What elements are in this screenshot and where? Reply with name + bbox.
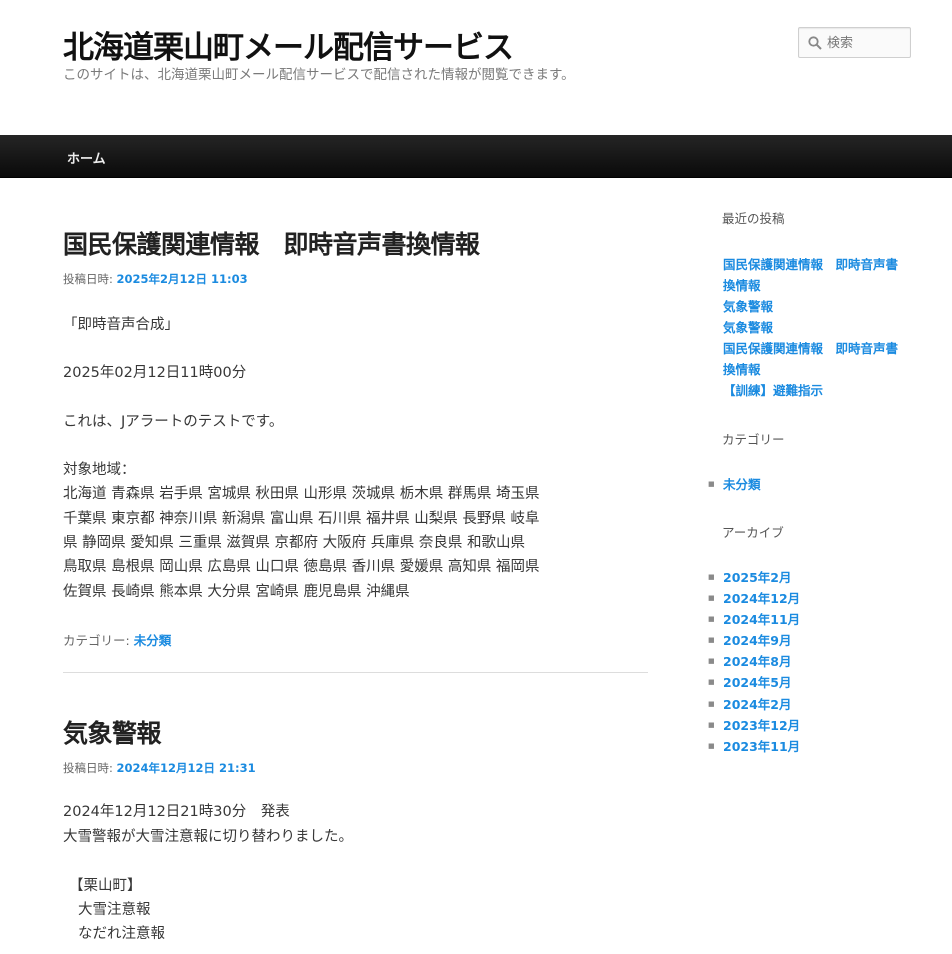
archive-link[interactable]: 2023年12月 xyxy=(723,718,800,733)
recent-post-link[interactable]: 国民保護関連情報 即時音声書 xyxy=(723,338,913,359)
archives-list: 2025年2月 2024年12月 2024年11月 2024年9月 2024年8… xyxy=(708,567,800,757)
list-item: 2024年8月 xyxy=(708,651,800,672)
archive-link[interactable]: 2024年12月 xyxy=(723,591,800,606)
list-item: 2023年12月 xyxy=(708,715,800,736)
nav-item-home[interactable]: ホーム xyxy=(67,148,106,167)
recent-post-link[interactable]: 【訓練】避難指示 xyxy=(723,380,913,401)
post-category: カテゴリー: 未分類 xyxy=(63,630,171,649)
category-link[interactable]: 未分類 xyxy=(723,477,761,492)
post-line: これは、Jアラートのテストです。 xyxy=(63,414,284,430)
post-line: 対象地域： xyxy=(63,462,136,478)
post-title[interactable]: 国民保護関連情報 即時音声書換情報 xyxy=(63,225,480,261)
recent-post-link[interactable]: 換情報 xyxy=(723,275,913,296)
post-date-label: 投稿日時: xyxy=(63,761,113,775)
site-title[interactable]: 北海道栗山町メール配信サービス xyxy=(63,22,514,67)
site-description: このサイトは、北海道栗山町メール配信サービスで配信された情報が閲覧できます。 xyxy=(63,67,575,83)
post-line: 「即時音声合成」 xyxy=(63,317,179,333)
post-title[interactable]: 気象警報 xyxy=(63,714,162,750)
recent-posts-list: 国民保護関連情報 即時音声書 換情報 気象警報 気象警報 国民保護関連情報 即時… xyxy=(723,254,913,401)
widget-title-recent: 最近の投稿 xyxy=(722,211,785,226)
list-item: 2024年2月 xyxy=(708,694,800,715)
archive-link[interactable]: 2024年11月 xyxy=(723,612,800,627)
post-date-label: 投稿日時: xyxy=(63,272,113,286)
post-meta: 投稿日時: 2025年2月12日 11:03 xyxy=(63,271,248,287)
search-input[interactable] xyxy=(827,32,907,54)
main-navigation: ホーム xyxy=(0,135,952,178)
archive-link[interactable]: 2025年2月 xyxy=(723,570,792,585)
post-line: 鳥取県 島根県 岡山県 広島県 山口県 徳島県 香川県 愛媛県 高知県 福岡県 xyxy=(63,559,540,575)
widget-title-categories: カテゴリー xyxy=(722,432,785,447)
post-divider xyxy=(63,672,648,673)
post-line: 佐賀県 長崎県 熊本県 大分県 宮崎県 鹿児島県 沖縄県 xyxy=(63,584,410,600)
archive-link[interactable]: 2024年5月 xyxy=(723,675,792,690)
recent-post-link[interactable]: 換情報 xyxy=(723,359,913,380)
search-box[interactable] xyxy=(798,27,911,58)
recent-post-link[interactable]: 国民保護関連情報 即時音声書 xyxy=(723,254,913,275)
archive-link[interactable]: 2024年2月 xyxy=(723,697,792,712)
post-date-link[interactable]: 2024年12月12日 21:31 xyxy=(117,761,256,775)
post-line: 千葉県 東京都 神奈川県 新潟県 富山県 石川県 福井県 山梨県 長野県 岐阜 xyxy=(63,511,540,527)
list-item: 2024年11月 xyxy=(708,609,800,630)
list-item: 2025年2月 xyxy=(708,567,800,588)
post-line: なだれ注意報 xyxy=(78,926,165,942)
widget-title-archives: アーカイブ xyxy=(722,525,784,540)
post-date-link[interactable]: 2025年2月12日 11:03 xyxy=(117,272,248,286)
category-label: カテゴリー: xyxy=(63,633,130,648)
categories-list: 未分類 xyxy=(708,474,761,495)
archive-link[interactable]: 2024年8月 xyxy=(723,654,792,669)
archive-link[interactable]: 2024年9月 xyxy=(723,633,792,648)
post-meta: 投稿日時: 2024年12月12日 21:31 xyxy=(63,760,256,776)
list-item: 2023年11月 xyxy=(708,736,800,757)
post-line: 北海道 青森県 岩手県 宮城県 秋田県 山形県 茨城県 栃木県 群馬県 埼玉県 xyxy=(63,486,540,502)
recent-post-link[interactable]: 気象警報 xyxy=(723,317,913,338)
archive-link[interactable]: 2023年11月 xyxy=(723,739,800,754)
list-item: 2024年9月 xyxy=(708,630,800,651)
site-header: 北海道栗山町メール配信サービス このサイトは、北海道栗山町メール配信サービスで配… xyxy=(0,0,952,135)
list-item: 未分類 xyxy=(708,474,761,495)
post-line: 大雪注意報 xyxy=(78,902,151,918)
list-item: 2024年12月 xyxy=(708,588,800,609)
post-line: 2024年12月12日21時30分 発表 xyxy=(63,804,290,820)
recent-post-link[interactable]: 気象警報 xyxy=(723,296,913,317)
post-line: 県 静岡県 愛知県 三重県 滋賀県 京都府 大阪府 兵庫県 奈良県 和歌山県 xyxy=(63,535,525,551)
list-item: 2024年5月 xyxy=(708,672,800,693)
post-line: 2025年02月12日11時00分 xyxy=(63,365,247,381)
search-icon xyxy=(808,36,822,50)
post-line: 大雪警報が大雪注意報に切り替わりました。 xyxy=(63,829,353,845)
category-link[interactable]: 未分類 xyxy=(134,633,172,648)
post-line: 【栗山町】 xyxy=(69,878,142,894)
